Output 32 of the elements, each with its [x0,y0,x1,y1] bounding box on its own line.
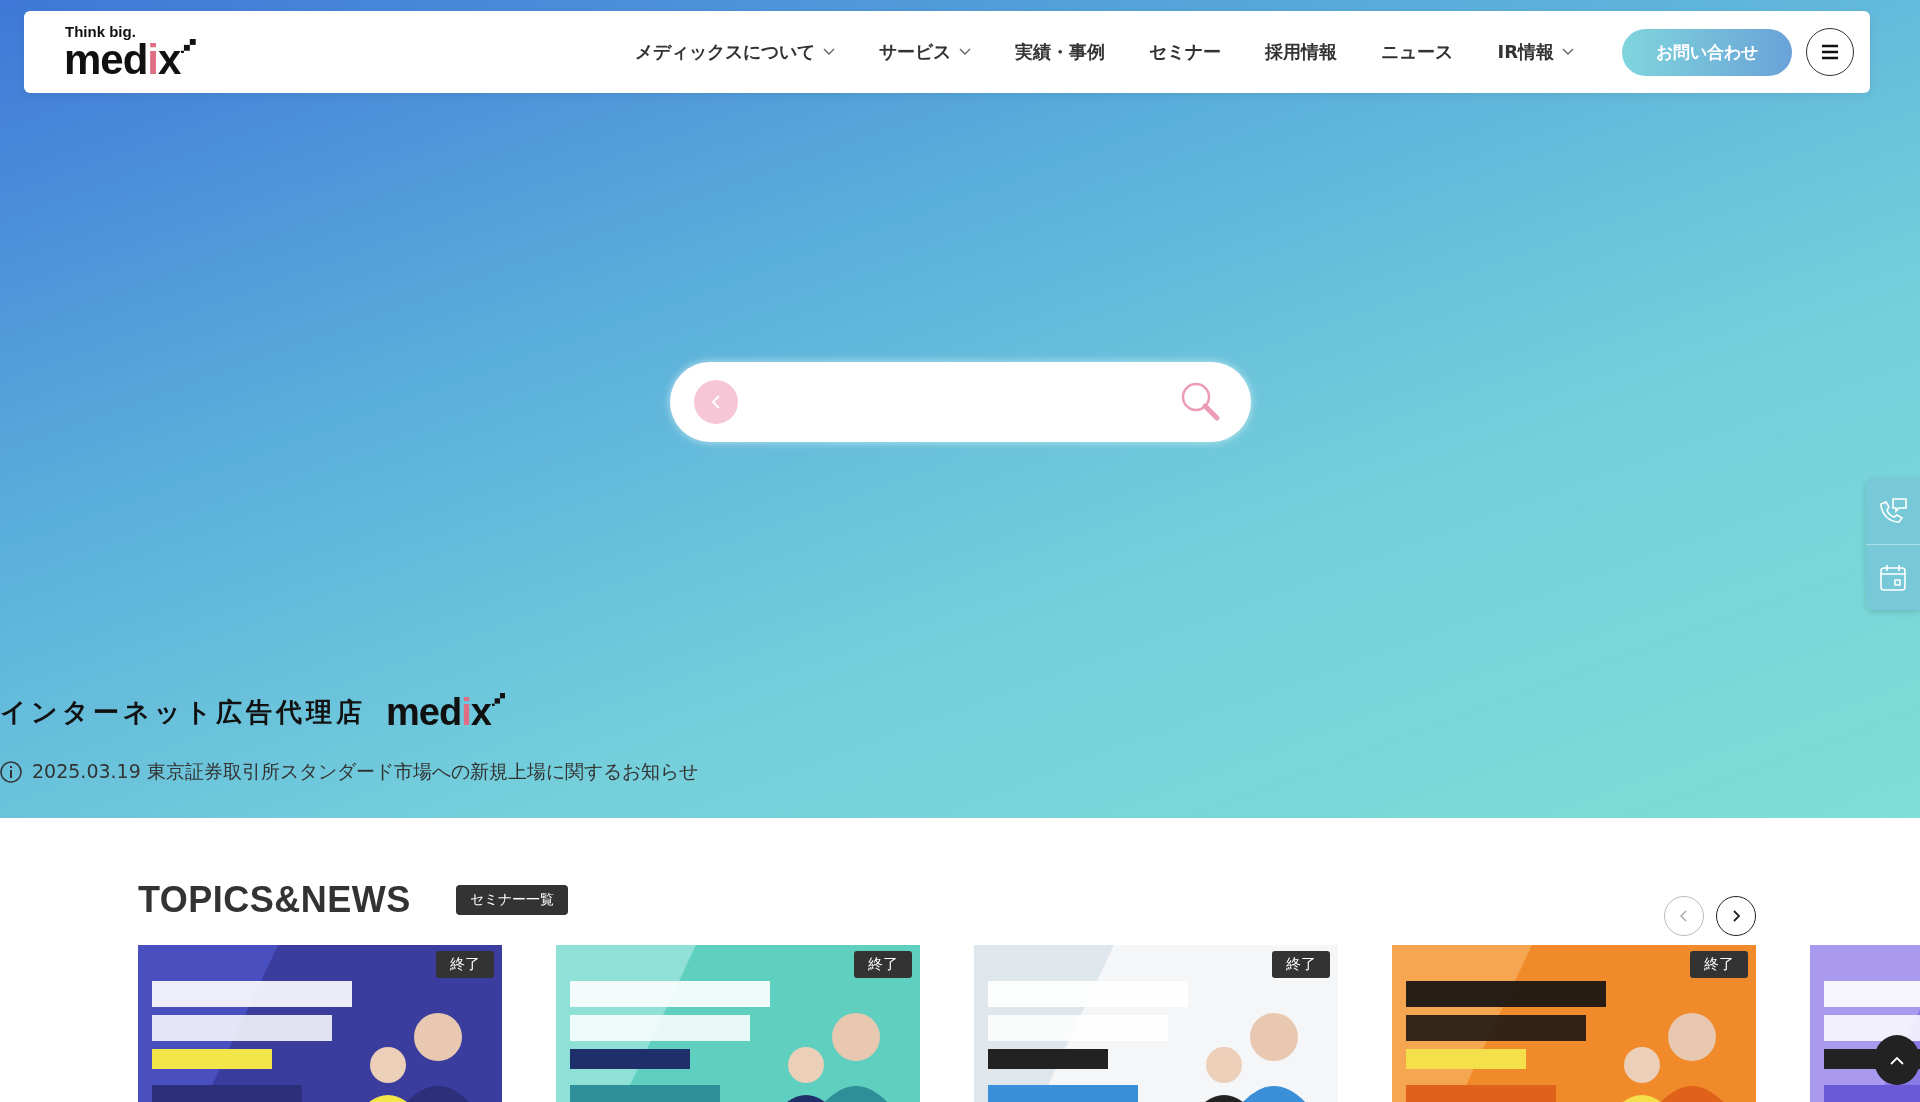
back-button[interactable] [693,380,738,424]
nav-link[interactable]: IR情報 [1475,40,1596,64]
previous-button[interactable] [1664,896,1704,936]
menu-button[interactable] [1806,28,1854,76]
ended-badge: 終了 [1690,951,1748,978]
phone-chat-icon [1877,496,1909,526]
ended-badge: 終了 [1272,951,1330,978]
section-title: TOPICS&NEWS [138,879,411,921]
nav-link[interactable]: ニュース [1359,40,1476,64]
info-icon [0,760,22,784]
logo-tagline: Think big. [65,23,137,39]
chevron-left-icon [710,395,721,409]
seminar-list-button[interactable]: セミナー一覧 [455,885,568,915]
chevron-up-icon [1890,1055,1904,1065]
nav-link[interactable]: サービス [857,40,994,64]
nav-link[interactable]: 実績・事例 [993,40,1128,64]
search-field[interactable] [669,362,1251,442]
nav-link[interactable]: セミナー [1127,40,1244,64]
hero-tagline: インターネット広告代理店 [0,695,366,729]
nav-link[interactable]: メディックスについて [613,40,858,64]
news-link[interactable]: 2025.03.19 東京証券取引所スタンダード市場への新規上場に関するお知らせ [32,759,698,785]
pixel-mark-icon [181,38,197,54]
medix-logo: medix [386,693,491,731]
ended-badge: 終了 [436,951,494,978]
menu-icon [1821,44,1839,60]
nav-link[interactable]: 採用情報 [1243,40,1360,64]
next-button[interactable] [1716,896,1756,936]
ended-badge: 終了 [854,951,912,978]
chevron-right-icon [1732,910,1740,922]
pixel-mark-icon [491,693,506,707]
chevron-left-icon [1680,910,1688,922]
calendar-icon [1878,562,1908,593]
